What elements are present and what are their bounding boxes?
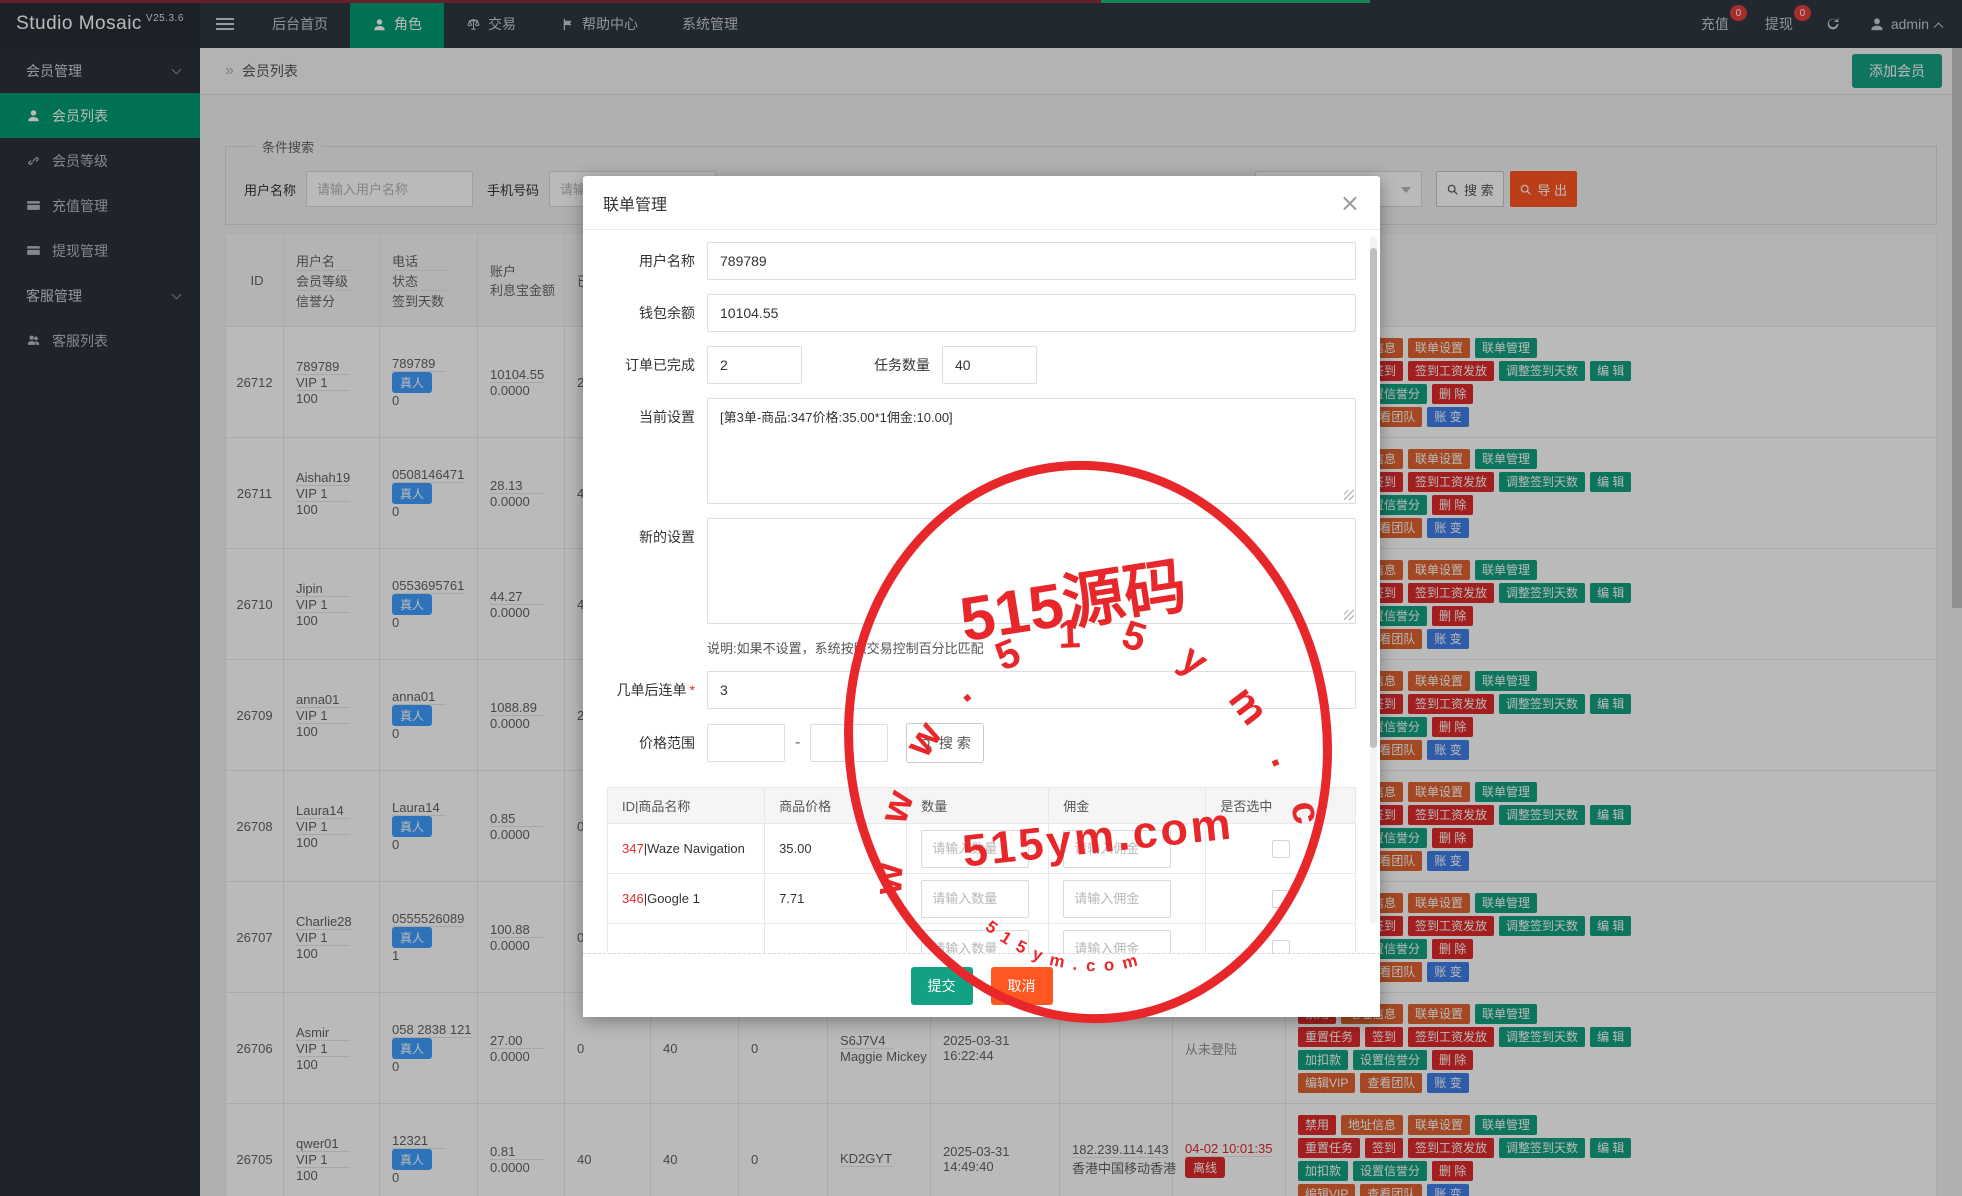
chain-after-field[interactable] xyxy=(707,671,1356,709)
orders-done-label: 订单已完成 xyxy=(607,355,695,375)
wallet-field[interactable] xyxy=(707,294,1356,332)
close-icon[interactable]: × xyxy=(1340,191,1360,215)
linked-order-modal: 联单管理 × 用户名称 钱包余额 订单已完成 任务数量 当前设置 [第3单-商品… xyxy=(583,176,1380,1017)
product-column-header-1: 商品价格 xyxy=(765,788,907,824)
commission-input[interactable] xyxy=(1063,880,1171,918)
price-range-label: 价格范围 xyxy=(607,733,695,753)
price-from-field[interactable] xyxy=(707,724,785,762)
chain-after-label: 几单后连单* xyxy=(607,680,695,700)
price-range-dash: - xyxy=(795,734,800,752)
modal-body: 用户名称 钱包余额 订单已完成 任务数量 当前设置 [第3单-商品:347价格:… xyxy=(583,230,1380,953)
orders-done-field[interactable] xyxy=(707,346,802,384)
product-row xyxy=(608,924,1356,954)
qty-input[interactable] xyxy=(921,880,1029,918)
modal-title: 联单管理 xyxy=(603,191,667,215)
wallet-label: 钱包余额 xyxy=(607,303,695,323)
product-row: 346|Google 17.71 xyxy=(608,874,1356,924)
username-label: 用户名称 xyxy=(607,251,695,271)
qty-cell xyxy=(907,824,1049,874)
modal-scrollbar-thumb[interactable] xyxy=(1370,248,1377,748)
select-cell xyxy=(1206,924,1356,954)
product-name xyxy=(608,924,765,954)
commission-cell xyxy=(1049,874,1206,924)
modal-footer: 提交 取消 xyxy=(583,953,1380,1017)
product-price: 7.71 xyxy=(765,874,907,924)
product-row: 347|Waze Navigation35.00 xyxy=(608,824,1356,874)
setting-note: 说明:如果不设置，系统按照交易控制百分比匹配 xyxy=(707,638,1356,657)
qty-input[interactable] xyxy=(921,830,1029,868)
select-checkbox[interactable] xyxy=(1272,840,1290,858)
new-setting-field[interactable] xyxy=(707,518,1356,624)
qty-input[interactable] xyxy=(921,930,1029,954)
select-checkbox[interactable] xyxy=(1272,940,1290,954)
task-count-field[interactable] xyxy=(942,346,1037,384)
commission-input[interactable] xyxy=(1063,830,1171,868)
required-asterisk: * xyxy=(690,682,695,698)
product-column-header-0: ID|商品名称 xyxy=(608,788,765,824)
commission-cell xyxy=(1049,924,1206,954)
product-price xyxy=(765,924,907,954)
commission-cell xyxy=(1049,824,1206,874)
select-cell xyxy=(1206,874,1356,924)
product-price: 35.00 xyxy=(765,824,907,874)
product-name: 346|Google 1 xyxy=(608,874,765,924)
select-checkbox[interactable] xyxy=(1272,890,1290,908)
product-table: ID|商品名称商品价格数量佣金是否选中347|Waze Navigation35… xyxy=(607,787,1356,953)
username-field[interactable] xyxy=(707,242,1356,280)
current-setting-field[interactable]: [第3单-商品:347价格:35.00*1佣金:10.00] xyxy=(707,398,1356,504)
commission-input[interactable] xyxy=(1063,930,1171,954)
modal-scrollbar[interactable] xyxy=(1370,236,1377,924)
product-column-header-2: 数量 xyxy=(907,788,1049,824)
search-icon xyxy=(920,737,933,750)
new-setting-label: 新的设置 xyxy=(607,527,695,547)
task-count-label: 任务数量 xyxy=(874,355,930,375)
price-search-button[interactable]: 搜 索 xyxy=(906,723,984,763)
product-column-header-3: 佣金 xyxy=(1049,788,1206,824)
submit-button[interactable]: 提交 xyxy=(911,967,973,1005)
select-cell xyxy=(1206,824,1356,874)
qty-cell xyxy=(907,874,1049,924)
price-to-field[interactable] xyxy=(810,724,888,762)
product-name: 347|Waze Navigation xyxy=(608,824,765,874)
product-column-header-4: 是否选中 xyxy=(1206,788,1356,824)
current-setting-label: 当前设置 xyxy=(607,407,695,427)
qty-cell xyxy=(907,924,1049,954)
modal-header: 联单管理 × xyxy=(583,176,1380,230)
cancel-button[interactable]: 取消 xyxy=(991,967,1053,1005)
